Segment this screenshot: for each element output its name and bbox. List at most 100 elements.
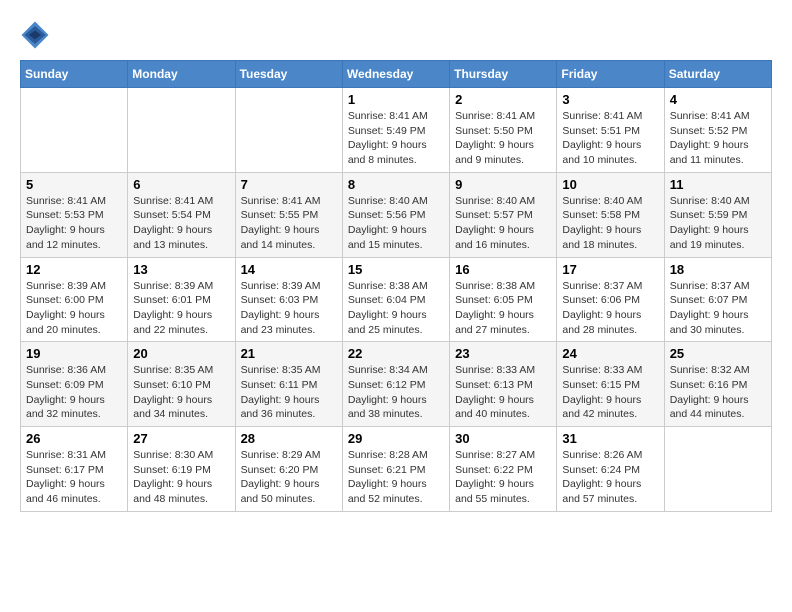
page-header bbox=[20, 20, 772, 50]
day-info: Sunrise: 8:41 AM Sunset: 5:54 PM Dayligh… bbox=[133, 194, 229, 253]
day-info: Sunrise: 8:32 AM Sunset: 6:16 PM Dayligh… bbox=[670, 363, 766, 422]
day-info: Sunrise: 8:38 AM Sunset: 6:05 PM Dayligh… bbox=[455, 279, 551, 338]
day-number: 13 bbox=[133, 262, 229, 277]
day-info: Sunrise: 8:26 AM Sunset: 6:24 PM Dayligh… bbox=[562, 448, 658, 507]
calendar-cell: 6 Sunrise: 8:41 AM Sunset: 5:54 PM Daylig… bbox=[128, 172, 235, 257]
calendar-cell: 4 Sunrise: 8:41 AM Sunset: 5:52 PM Daylig… bbox=[664, 88, 771, 173]
calendar-cell: 15 Sunrise: 8:38 AM Sunset: 6:04 PM Dayli… bbox=[342, 257, 449, 342]
day-number: 16 bbox=[455, 262, 551, 277]
day-number: 6 bbox=[133, 177, 229, 192]
calendar-table: SundayMondayTuesdayWednesdayThursdayFrid… bbox=[20, 60, 772, 512]
calendar-cell: 16 Sunrise: 8:38 AM Sunset: 6:05 PM Dayli… bbox=[450, 257, 557, 342]
calendar-cell: 22Sunrise: 8:34 AM Sunset: 6:12 PM Dayli… bbox=[342, 342, 449, 427]
weekday-header-saturday: Saturday bbox=[664, 61, 771, 88]
calendar-cell: 2Sunrise: 8:41 AM Sunset: 5:50 PM Daylig… bbox=[450, 88, 557, 173]
weekday-header-friday: Friday bbox=[557, 61, 664, 88]
calendar-cell: 14 Sunrise: 8:39 AM Sunset: 6:03 PM Dayli… bbox=[235, 257, 342, 342]
calendar-cell: 25 Sunrise: 8:32 AM Sunset: 6:16 PM Dayli… bbox=[664, 342, 771, 427]
day-info: Sunrise: 8:29 AM Sunset: 6:20 PM Dayligh… bbox=[241, 448, 337, 507]
calendar-cell: 5Sunrise: 8:41 AM Sunset: 5:53 PM Daylig… bbox=[21, 172, 128, 257]
calendar-cell: 30 Sunrise: 8:27 AM Sunset: 6:22 PM Dayli… bbox=[450, 427, 557, 512]
day-info: Sunrise: 8:40 AM Sunset: 5:59 PM Dayligh… bbox=[670, 194, 766, 253]
day-number: 15 bbox=[348, 262, 444, 277]
calendar-week-5: 26Sunrise: 8:31 AM Sunset: 6:17 PM Dayli… bbox=[21, 427, 772, 512]
day-info: Sunrise: 8:39 AM Sunset: 6:01 PM Dayligh… bbox=[133, 279, 229, 338]
day-number: 29 bbox=[348, 431, 444, 446]
day-number: 12 bbox=[26, 262, 122, 277]
calendar-cell: 9 Sunrise: 8:40 AM Sunset: 5:57 PM Daylig… bbox=[450, 172, 557, 257]
day-number: 25 bbox=[670, 346, 766, 361]
day-number: 20 bbox=[133, 346, 229, 361]
calendar-cell: 20 Sunrise: 8:35 AM Sunset: 6:10 PM Dayli… bbox=[128, 342, 235, 427]
day-number: 24 bbox=[562, 346, 658, 361]
day-info: Sunrise: 8:38 AM Sunset: 6:04 PM Dayligh… bbox=[348, 279, 444, 338]
day-number: 9 bbox=[455, 177, 551, 192]
day-info: Sunrise: 8:40 AM Sunset: 5:56 PM Dayligh… bbox=[348, 194, 444, 253]
day-info: Sunrise: 8:40 AM Sunset: 5:58 PM Dayligh… bbox=[562, 194, 658, 253]
day-info: Sunrise: 8:33 AM Sunset: 6:15 PM Dayligh… bbox=[562, 363, 658, 422]
day-info: Sunrise: 8:34 AM Sunset: 6:12 PM Dayligh… bbox=[348, 363, 444, 422]
day-number: 7 bbox=[241, 177, 337, 192]
calendar-week-2: 5Sunrise: 8:41 AM Sunset: 5:53 PM Daylig… bbox=[21, 172, 772, 257]
day-info: Sunrise: 8:37 AM Sunset: 6:07 PM Dayligh… bbox=[670, 279, 766, 338]
calendar-cell: 24 Sunrise: 8:33 AM Sunset: 6:15 PM Dayli… bbox=[557, 342, 664, 427]
calendar-week-3: 12 Sunrise: 8:39 AM Sunset: 6:00 PM Dayli… bbox=[21, 257, 772, 342]
day-number: 23 bbox=[455, 346, 551, 361]
day-info: Sunrise: 8:37 AM Sunset: 6:06 PM Dayligh… bbox=[562, 279, 658, 338]
calendar-cell: 18 Sunrise: 8:37 AM Sunset: 6:07 PM Dayli… bbox=[664, 257, 771, 342]
weekday-header-monday: Monday bbox=[128, 61, 235, 88]
day-number: 4 bbox=[670, 92, 766, 107]
day-number: 1 bbox=[348, 92, 444, 107]
day-info: Sunrise: 8:41 AM Sunset: 5:51 PM Dayligh… bbox=[562, 109, 658, 168]
calendar-cell: 12 Sunrise: 8:39 AM Sunset: 6:00 PM Dayli… bbox=[21, 257, 128, 342]
calendar-cell: 13 Sunrise: 8:39 AM Sunset: 6:01 PM Dayli… bbox=[128, 257, 235, 342]
day-info: Sunrise: 8:31 AM Sunset: 6:17 PM Dayligh… bbox=[26, 448, 122, 507]
calendar-cell bbox=[21, 88, 128, 173]
weekday-header-sunday: Sunday bbox=[21, 61, 128, 88]
calendar-cell: 29 Sunrise: 8:28 AM Sunset: 6:21 PM Dayli… bbox=[342, 427, 449, 512]
logo-icon bbox=[20, 20, 50, 50]
day-number: 31 bbox=[562, 431, 658, 446]
day-info: Sunrise: 8:41 AM Sunset: 5:55 PM Dayligh… bbox=[241, 194, 337, 253]
day-number: 8 bbox=[348, 177, 444, 192]
day-number: 19 bbox=[26, 346, 122, 361]
calendar-cell bbox=[128, 88, 235, 173]
day-info: Sunrise: 8:30 AM Sunset: 6:19 PM Dayligh… bbox=[133, 448, 229, 507]
calendar-cell: 11 Sunrise: 8:40 AM Sunset: 5:59 PM Dayli… bbox=[664, 172, 771, 257]
calendar-cell: 26Sunrise: 8:31 AM Sunset: 6:17 PM Dayli… bbox=[21, 427, 128, 512]
day-info: Sunrise: 8:28 AM Sunset: 6:21 PM Dayligh… bbox=[348, 448, 444, 507]
day-info: Sunrise: 8:35 AM Sunset: 6:10 PM Dayligh… bbox=[133, 363, 229, 422]
day-info: Sunrise: 8:41 AM Sunset: 5:53 PM Dayligh… bbox=[26, 194, 122, 253]
weekday-header-wednesday: Wednesday bbox=[342, 61, 449, 88]
calendar-cell: 23 Sunrise: 8:33 AM Sunset: 6:13 PM Dayli… bbox=[450, 342, 557, 427]
day-number: 11 bbox=[670, 177, 766, 192]
day-info: Sunrise: 8:40 AM Sunset: 5:57 PM Dayligh… bbox=[455, 194, 551, 253]
day-number: 14 bbox=[241, 262, 337, 277]
day-number: 30 bbox=[455, 431, 551, 446]
day-info: Sunrise: 8:39 AM Sunset: 6:00 PM Dayligh… bbox=[26, 279, 122, 338]
calendar-cell: 3Sunrise: 8:41 AM Sunset: 5:51 PM Daylig… bbox=[557, 88, 664, 173]
calendar-cell bbox=[235, 88, 342, 173]
weekday-header-row: SundayMondayTuesdayWednesdayThursdayFrid… bbox=[21, 61, 772, 88]
day-info: Sunrise: 8:33 AM Sunset: 6:13 PM Dayligh… bbox=[455, 363, 551, 422]
day-info: Sunrise: 8:36 AM Sunset: 6:09 PM Dayligh… bbox=[26, 363, 122, 422]
day-number: 2 bbox=[455, 92, 551, 107]
day-number: 28 bbox=[241, 431, 337, 446]
weekday-header-thursday: Thursday bbox=[450, 61, 557, 88]
day-number: 17 bbox=[562, 262, 658, 277]
day-info: Sunrise: 8:39 AM Sunset: 6:03 PM Dayligh… bbox=[241, 279, 337, 338]
calendar-cell: 19 Sunrise: 8:36 AM Sunset: 6:09 PM Dayli… bbox=[21, 342, 128, 427]
day-info: Sunrise: 8:41 AM Sunset: 5:49 PM Dayligh… bbox=[348, 109, 444, 168]
day-info: Sunrise: 8:41 AM Sunset: 5:52 PM Dayligh… bbox=[670, 109, 766, 168]
day-number: 27 bbox=[133, 431, 229, 446]
calendar-cell: 27 Sunrise: 8:30 AM Sunset: 6:19 PM Dayli… bbox=[128, 427, 235, 512]
calendar-week-4: 19 Sunrise: 8:36 AM Sunset: 6:09 PM Dayli… bbox=[21, 342, 772, 427]
calendar-week-1: 1 Sunrise: 8:41 AM Sunset: 5:49 PM Daylig… bbox=[21, 88, 772, 173]
day-number: 18 bbox=[670, 262, 766, 277]
calendar-cell: 1 Sunrise: 8:41 AM Sunset: 5:49 PM Daylig… bbox=[342, 88, 449, 173]
calendar-cell bbox=[664, 427, 771, 512]
calendar-cell: 28 Sunrise: 8:29 AM Sunset: 6:20 PM Dayli… bbox=[235, 427, 342, 512]
weekday-header-tuesday: Tuesday bbox=[235, 61, 342, 88]
calendar-cell: 31 Sunrise: 8:26 AM Sunset: 6:24 PM Dayli… bbox=[557, 427, 664, 512]
day-info: Sunrise: 8:27 AM Sunset: 6:22 PM Dayligh… bbox=[455, 448, 551, 507]
